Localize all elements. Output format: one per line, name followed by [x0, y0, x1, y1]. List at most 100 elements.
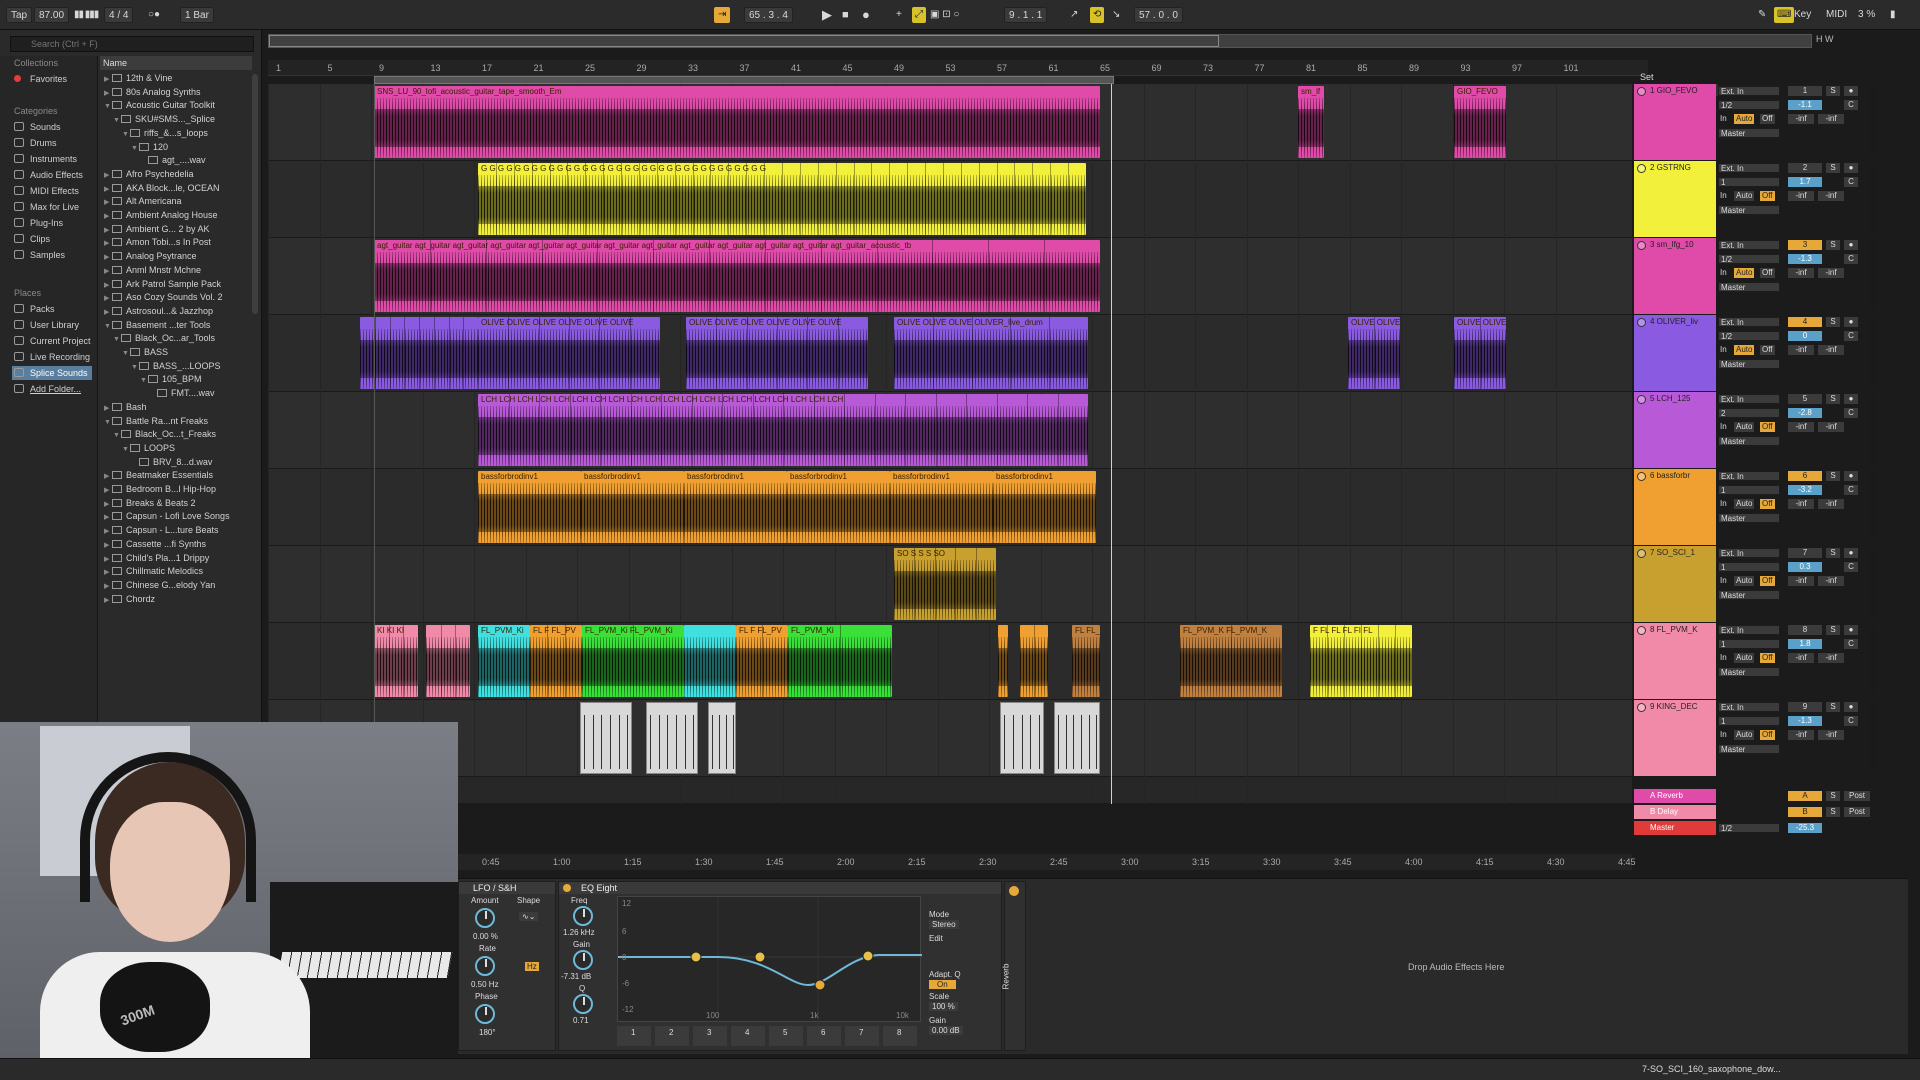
collapsed-chevron-icon[interactable]: ▶ [104, 511, 112, 523]
browser-list-item[interactable]: ▶ 80s Analog Synths [100, 86, 250, 99]
audio-clip[interactable]: KI KI KI [374, 625, 418, 697]
time-ruler[interactable]: 0:45 1:00 1:15 1:30 1:45 2:00 2:15 2:30 2:45 3:00… [268, 854, 1636, 870]
record-icon[interactable]: ● [862, 7, 870, 23]
track-name-area[interactable]: 6 bassforbr [1634, 469, 1716, 545]
key-map-button[interactable]: Key [1794, 7, 1811, 23]
eq-eight-title[interactable]: EQ Eight [559, 882, 1001, 894]
audio-clip[interactable]: G G G G G G G G G G G G G G G G G G G G … [478, 163, 1086, 235]
solo-button[interactable]: S [1826, 625, 1840, 635]
track-name-area[interactable]: 9 KING_DEC [1634, 700, 1716, 776]
output-menu[interactable]: Master [1718, 667, 1780, 677]
solo-button[interactable]: S [1826, 807, 1840, 817]
audio-clip[interactable]: FL_PVM_K FL_PVM_K [1180, 625, 1282, 697]
monitor-in-label[interactable]: In [1720, 422, 1727, 432]
monitor-off-button[interactable]: Off [1760, 653, 1775, 663]
track-fold-icon[interactable] [1637, 318, 1646, 327]
collapsed-chevron-icon[interactable]: ▶ [104, 196, 112, 208]
track-name-area[interactable]: 7 SO_SCI_1 [1634, 546, 1716, 622]
post-toggle[interactable]: Post [1844, 807, 1870, 817]
monitor-off-button[interactable]: Off [1760, 114, 1775, 124]
volume-field[interactable]: 1.7 [1788, 177, 1822, 187]
send-a-value[interactable]: -inf [1788, 730, 1814, 740]
midi-clip[interactable] [646, 702, 698, 774]
add-folder-link[interactable]: Add Folder... [14, 382, 81, 396]
input-type-menu[interactable]: Ext. In [1718, 702, 1780, 712]
solo-button[interactable]: S [1826, 471, 1840, 481]
track-fold-icon[interactable] [1637, 626, 1646, 635]
browser-list-item[interactable]: ▶ Ambient Analog House [100, 209, 250, 222]
sidebar-item-splice-sounds[interactable]: Splice Sounds [12, 366, 92, 380]
eq-curve-svg[interactable] [618, 897, 922, 1023]
audio-clip[interactable] [360, 317, 478, 389]
send-a-value[interactable]: -inf [1788, 191, 1814, 201]
solo-button[interactable]: S [1826, 791, 1840, 801]
expanded-chevron-icon[interactable]: ▼ [113, 333, 121, 345]
pan-field[interactable]: C [1844, 485, 1858, 495]
volume-field[interactable]: -3.2 [1788, 485, 1822, 495]
input-channel-menu[interactable]: 1 [1718, 485, 1780, 495]
input-channel-menu[interactable]: 1 [1718, 716, 1780, 726]
sidebar-item-user-library[interactable]: User Library [14, 318, 79, 332]
browser-list-item[interactable]: ▶ Ark Patrol Sample Pack [100, 278, 250, 291]
track-fold-icon[interactable] [1637, 164, 1646, 173]
song-position-field[interactable]: 65 . 3 . 4 [744, 7, 793, 23]
browser-list-item[interactable]: ▼ Battle Ra...nt Freaks [100, 415, 250, 428]
input-type-menu[interactable]: Ext. In [1718, 471, 1780, 481]
track-header[interactable]: 8 FL_PVM_K Ext. In 1 In Auto Off Master 8 1.8 S ● C… [1634, 623, 1884, 700]
pan-field[interactable]: C [1844, 331, 1858, 341]
audio-clip[interactable]: OLIVE OLIVE OLIVE OLIVE OLIVE OLIVE [686, 317, 868, 389]
sidebar-item-max-for-live[interactable]: Max for Live [14, 200, 79, 214]
sidebar-item-samples[interactable]: Samples [14, 248, 65, 262]
browser-list-item[interactable]: ▼ riffs_&...s_loops [100, 127, 250, 140]
collapsed-chevron-icon[interactable]: ▶ [104, 402, 112, 414]
output-menu[interactable]: Master [1718, 744, 1780, 754]
pan-field[interactable]: C [1844, 639, 1858, 649]
eq-band-1-handle[interactable] [690, 951, 702, 963]
return-track-header[interactable]: A Reverb A S Post [1634, 789, 1884, 804]
sidebar-item-midi-effects[interactable]: MIDI Effects [14, 184, 79, 198]
browser-list-item[interactable]: ▶ Capsun - Lofi Love Songs [100, 510, 250, 523]
browser-list-item[interactable]: ▶ Amon Tobi...s In Post [100, 236, 250, 249]
output-menu[interactable]: Master [1718, 128, 1780, 138]
track-number[interactable]: 8 [1788, 625, 1822, 635]
eq-band-toggle[interactable]: 7 [845, 1026, 879, 1046]
solo-button[interactable]: S [1826, 394, 1840, 404]
monitor-auto-button[interactable]: Auto [1734, 191, 1755, 201]
tap-tempo-button[interactable]: Tap [6, 7, 33, 23]
expanded-chevron-icon[interactable]: ▼ [113, 114, 121, 126]
track-header[interactable]: 5 LCH_125 Ext. In 2 In Auto Off Master 5 -2.8 S ● C… [1634, 392, 1884, 469]
input-channel-menu[interactable]: 1/2 [1718, 331, 1780, 341]
collapsed-chevron-icon[interactable]: ▶ [104, 265, 112, 277]
track-name-area[interactable]: 2 GSTRNG [1634, 161, 1716, 237]
expanded-chevron-icon[interactable]: ▼ [104, 320, 112, 332]
browser-list-item[interactable]: ▶ Astrosoul...& Jazzhop [100, 305, 250, 318]
track-header[interactable]: 6 bassforbr Ext. In 1 In Auto Off Master 6 -3.2 S… [1634, 469, 1884, 546]
return-name-area[interactable]: B Delay [1634, 805, 1716, 819]
gain-knob[interactable] [573, 950, 593, 970]
send-b-value[interactable]: -inf [1818, 576, 1844, 586]
audio-clip[interactable]: OLIVE OLIVE OLIVE OLIVE OLIVE OLIVE [478, 317, 660, 389]
solo-button[interactable]: S [1826, 548, 1840, 558]
quantize-menu[interactable]: 1 Bar [180, 7, 214, 23]
track-number[interactable]: 6 [1788, 471, 1822, 481]
master-volume-field[interactable]: -25.3 [1788, 823, 1822, 833]
freq-knob[interactable] [573, 906, 593, 926]
volume-field[interactable]: -2.8 [1788, 408, 1822, 418]
collapsed-chevron-icon[interactable]: ▶ [104, 470, 112, 482]
drop-effects-zone[interactable]: Drop Audio Effects Here [1408, 962, 1504, 972]
browser-list-item[interactable]: ▼ BASS [100, 346, 250, 359]
collapsed-chevron-icon[interactable]: ▶ [104, 539, 112, 551]
audio-clip[interactable]: SNS_LU_90_lofi_acoustic_guitar_tape_smoo… [374, 86, 1100, 158]
record-arm-icon[interactable]: ● [1844, 317, 1858, 327]
play-icon[interactable]: ▶ [822, 7, 832, 23]
expanded-chevron-icon[interactable]: ▼ [122, 347, 130, 359]
collapsed-chevron-icon[interactable]: ▶ [104, 594, 112, 606]
solo-button[interactable]: S [1826, 240, 1840, 250]
eq-band-2-handle[interactable] [754, 951, 766, 963]
pan-field[interactable]: C [1844, 177, 1858, 187]
track-number[interactable]: 9 [1788, 702, 1822, 712]
browser-list-item[interactable]: ▼ Basement ...ter Tools [100, 319, 250, 332]
input-type-menu[interactable]: Ext. In [1718, 625, 1780, 635]
sidebar-item-audio-effects[interactable]: Audio Effects [14, 168, 83, 182]
send-a-value[interactable]: -inf [1788, 653, 1814, 663]
